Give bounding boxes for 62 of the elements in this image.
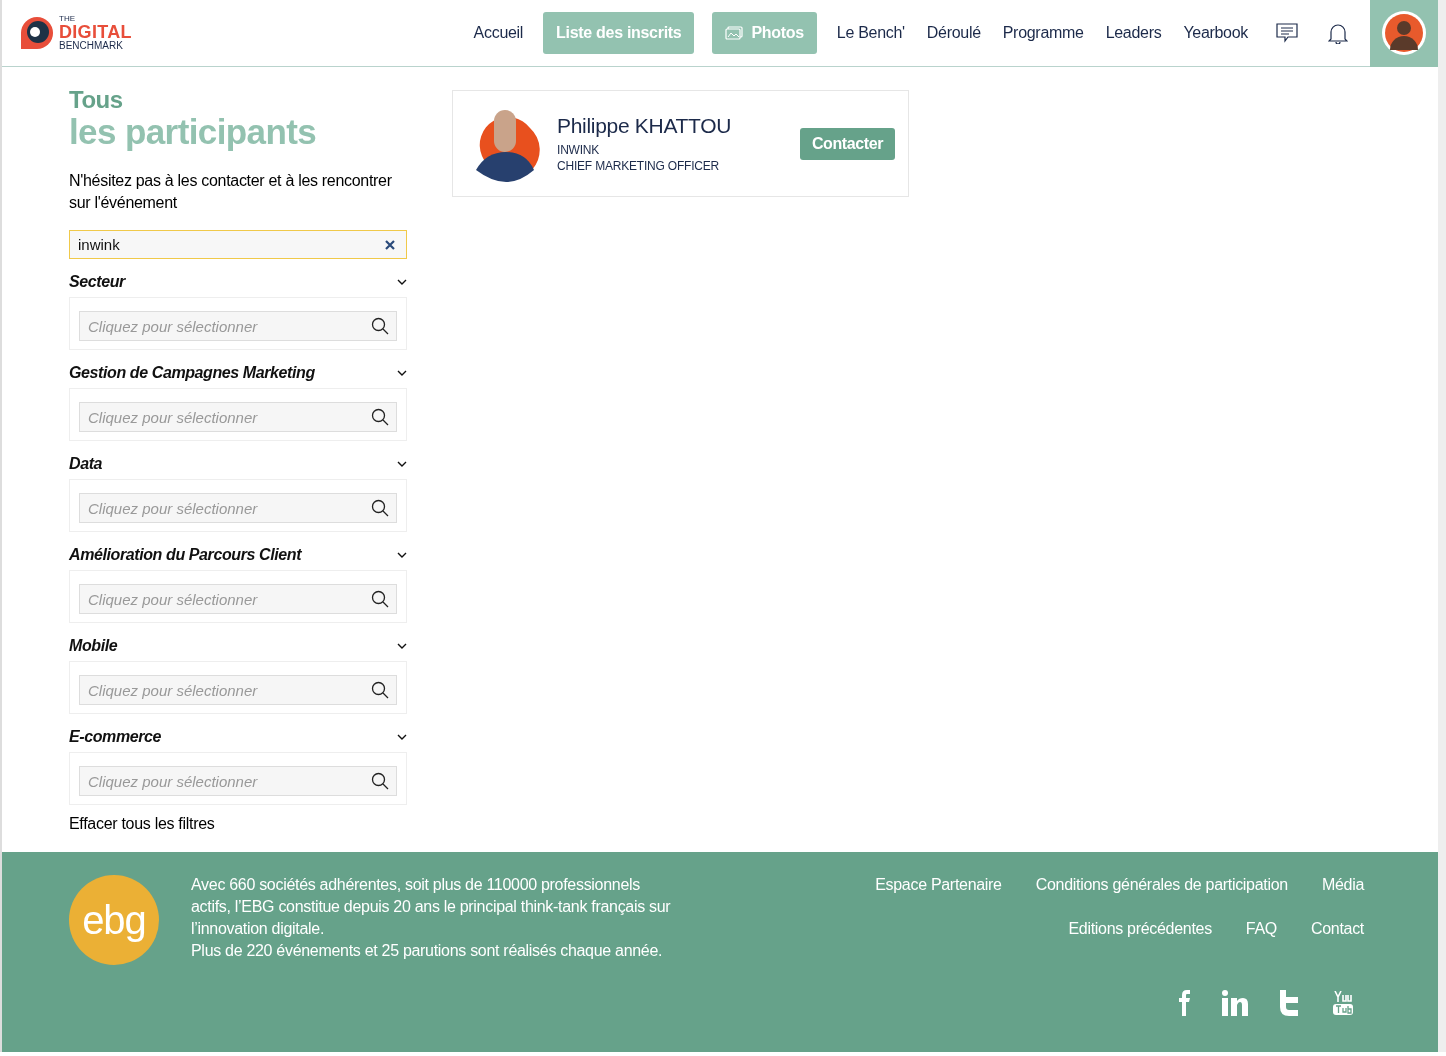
chevron-icon[interactable] xyxy=(397,461,407,467)
chevron-icon[interactable] xyxy=(397,370,407,376)
bell-icon[interactable] xyxy=(1328,22,1348,44)
logo-text: THE xyxy=(59,15,76,23)
nav-link[interactable]: Liste des inscrits xyxy=(543,12,695,54)
clear-filters-link[interactable]: Effacer tous les filtres xyxy=(69,815,407,833)
filter-select-field[interactable]: Cliquez pour sélectionner xyxy=(79,766,397,796)
chevron-icon[interactable] xyxy=(397,643,407,649)
filter-title: Amélioration du Parcours Client xyxy=(69,546,302,564)
footer-link[interactable]: Contact xyxy=(1310,918,1364,940)
participant-company: INWINK xyxy=(557,141,601,158)
filter-select-field[interactable]: Cliquez pour sélectionner xyxy=(79,493,397,523)
footer-text: Avec 660 sociétés adhérentes, soit plus de 110000 professionnels actifs, l’EBG constitue depuis 20 ans le principal think-tank français sur l’innovation digitale. xyxy=(191,875,672,939)
search-icon xyxy=(371,317,389,335)
youtube-icon[interactable] xyxy=(1332,991,1354,1015)
filter-title: Data xyxy=(69,455,103,473)
filter-title: Gestion de Campagnes Marketing xyxy=(69,364,315,382)
search-icon xyxy=(371,681,389,699)
contact-button[interactable]: Contacter xyxy=(799,127,895,160)
avatar-icon[interactable] xyxy=(1381,10,1427,56)
nav-link[interactable]: Déroulé xyxy=(918,12,989,54)
filter-title: E-commerce xyxy=(69,728,162,746)
footer-link[interactable]: FAQ xyxy=(1245,918,1277,940)
search-icon xyxy=(371,772,389,790)
search-icon xyxy=(371,408,389,426)
nav-link[interactable]: Yearbook xyxy=(1175,12,1256,54)
footer-link[interactable]: Média xyxy=(1321,874,1364,896)
filter-select-field[interactable]: Cliquez pour sélectionner xyxy=(79,584,397,614)
search-icon xyxy=(371,590,389,608)
search-icon xyxy=(371,499,389,517)
nav-link[interactable]: Photos xyxy=(712,12,817,54)
page-heading: Tous xyxy=(69,87,124,113)
footer-text: Plus de 220 événements et 25 parutions sont réalisés chaque année. xyxy=(191,941,664,961)
logo-text: DIGITAL xyxy=(59,23,132,41)
facebook-icon[interactable] xyxy=(1178,990,1190,1016)
filter-select-field[interactable]: Cliquez pour sélectionner xyxy=(79,675,397,705)
logo-text: BENCHMARK xyxy=(59,41,124,51)
participant-role: CHIEF MARKETING OFFICER xyxy=(557,157,721,174)
filter-select-field[interactable]: Cliquez pour sélectionner xyxy=(79,402,397,432)
nav-link[interactable]: Programme xyxy=(994,12,1092,54)
page-heading: les participants xyxy=(69,113,318,151)
logo-icon xyxy=(19,15,55,51)
chat-icon[interactable] xyxy=(1276,23,1298,43)
chevron-icon[interactable] xyxy=(397,279,407,285)
filter-select-field[interactable]: Cliquez pour sélectionner xyxy=(79,311,397,341)
twitter-icon[interactable] xyxy=(1280,990,1300,1016)
footer-link[interactable]: Espace Partenaire xyxy=(875,874,1002,896)
chevron-icon[interactable] xyxy=(397,734,407,740)
search-field[interactable]: inwink xyxy=(69,230,407,259)
chevron-icon[interactable] xyxy=(397,552,407,558)
ebg-logo: ebg xyxy=(69,875,159,965)
linkedin-icon[interactable] xyxy=(1222,990,1248,1016)
nav-link[interactable]: Le Bench' xyxy=(828,12,913,54)
filter-title: Mobile xyxy=(69,637,118,655)
intro-text: N'hésitez pas à les contacter et à les rencontrer sur l'événement xyxy=(69,171,393,213)
close-icon[interactable] xyxy=(385,240,395,250)
participant-name: Philippe KHATTOU xyxy=(557,113,732,138)
filter-title: Secteur xyxy=(69,273,125,291)
footer-link[interactable]: Editions précédentes xyxy=(1068,918,1212,940)
footer-link[interactable]: Conditions générales de participation xyxy=(1035,874,1288,896)
nav-link[interactable]: Accueil xyxy=(465,12,532,54)
nav-link[interactable]: Leaders xyxy=(1097,12,1170,54)
